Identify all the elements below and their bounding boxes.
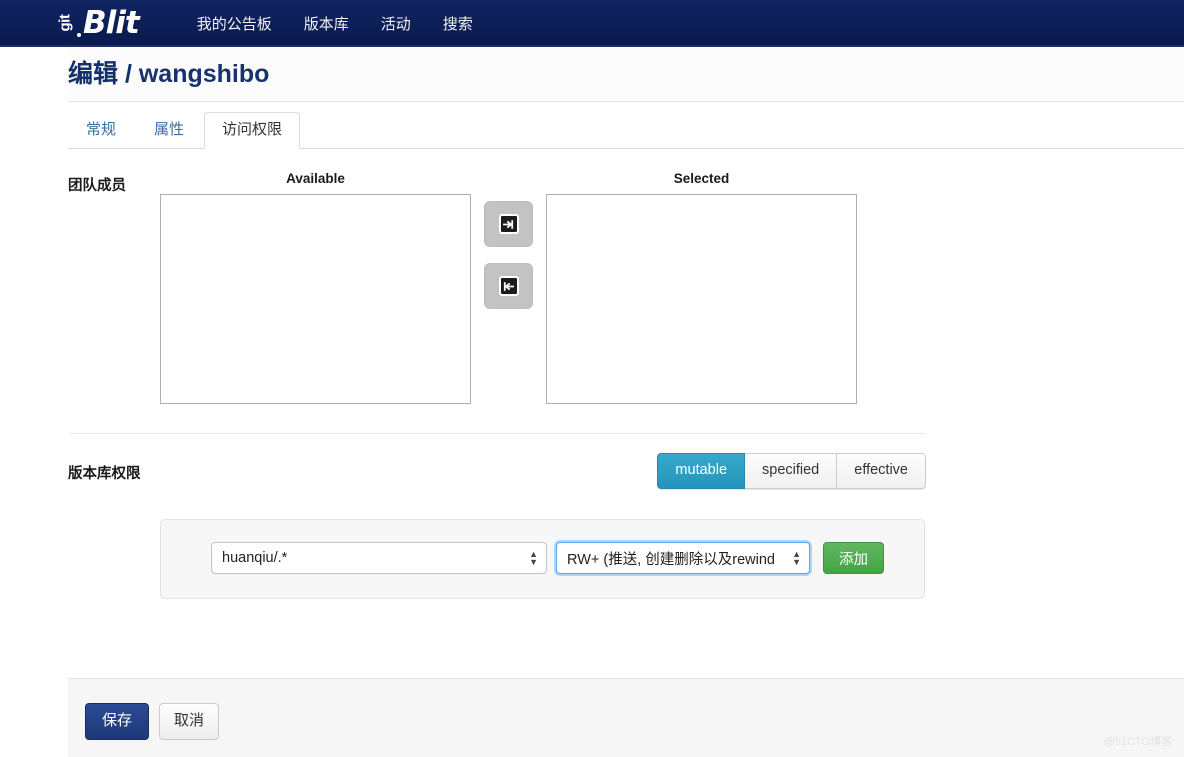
- permission-mode-specified[interactable]: specified: [745, 453, 838, 490]
- nav-my-dashboard[interactable]: 我的公告板: [197, 13, 272, 34]
- chevron-updown-icon: ▲ ▼: [529, 549, 538, 568]
- permission-mode-effective[interactable]: effective: [837, 453, 926, 490]
- permission-mode-mutable[interactable]: mutable: [657, 453, 746, 490]
- access-level-select[interactable]: RW+ (推送, 创建删除以及rewind ▲ ▼: [556, 542, 810, 575]
- team-members-label: 团队成员: [68, 178, 126, 194]
- repository-permissions-section: 版本库权限 mutable specified effective: [0, 434, 1184, 490]
- logo-dot-icon: [77, 32, 81, 37]
- repository-permissions-label: 版本库权限: [68, 466, 141, 483]
- page-header: 编辑 / wangshibo: [0, 47, 1184, 102]
- team-members-palette: Available Selected: [160, 171, 857, 404]
- add-permission-button[interactable]: 添加: [823, 542, 884, 575]
- add-permission-panel: huanqiu/.* ▲ ▼ RW+ (推送, 创建删除以及rewind ▲ ▼ 添…: [160, 519, 925, 600]
- tab-access-permissions[interactable]: 访问权限: [204, 112, 301, 149]
- gitblit-logo[interactable]: git Blit: [55, 5, 140, 43]
- selected-heading: Selected: [673, 171, 730, 186]
- nav-activity[interactable]: 活动: [381, 13, 411, 34]
- selected-column: Selected: [546, 171, 857, 404]
- team-members-section: 团队成员 Available Selected: [0, 149, 1184, 404]
- repository-select[interactable]: huanqiu/.* ▲ ▼: [211, 542, 547, 575]
- available-column: Available: [160, 171, 471, 404]
- page-title-prefix: 编辑: [68, 59, 119, 88]
- nav-repositories[interactable]: 版本库: [304, 13, 349, 34]
- cancel-button[interactable]: 取消: [159, 703, 220, 740]
- page-title-name: wangshibo: [138, 59, 270, 88]
- available-list[interactable]: [160, 194, 471, 404]
- remove-from-selected-button[interactable]: [484, 263, 533, 309]
- content-area: 团队成员 Available Selected 版本库权限 mutable sp…: [0, 149, 1184, 600]
- repository-select-value: huanqiu/.*: [222, 550, 288, 567]
- available-heading: Available: [286, 171, 345, 186]
- left-rail: [0, 47, 68, 757]
- add-to-selected-button[interactable]: [484, 201, 533, 247]
- nav-links: 我的公告板 版本库 活动 搜索: [197, 13, 473, 34]
- access-level-select-value: RW+ (推送, 创建删除以及rewind: [567, 551, 775, 568]
- logo-git-text: git: [56, 14, 74, 32]
- top-navbar: git Blit 我的公告板 版本库 活动 搜索: [0, 0, 1184, 47]
- tab-general[interactable]: 常规: [68, 112, 134, 149]
- permission-mode-button-group: mutable specified effective: [657, 453, 926, 490]
- arrow-left-icon: [498, 276, 519, 296]
- nav-search[interactable]: 搜索: [443, 13, 473, 34]
- tab-bar: 常规 属性 访问权限: [0, 102, 1184, 149]
- chevron-updown-icon: ▲ ▼: [792, 549, 801, 568]
- selected-list[interactable]: [546, 194, 857, 404]
- form-footer: 保存 取消: [68, 678, 1184, 757]
- save-button[interactable]: 保存: [85, 703, 150, 740]
- logo-blit-text: Blit: [83, 5, 140, 41]
- page-title: 编辑 / wangshibo: [68, 59, 270, 88]
- palette-transfer-buttons: [471, 171, 546, 325]
- arrow-right-icon: [498, 214, 519, 234]
- watermark: @51CTO博客: [1103, 736, 1172, 748]
- tab-attributes[interactable]: 属性: [136, 112, 202, 149]
- page-title-separator: /: [118, 59, 139, 88]
